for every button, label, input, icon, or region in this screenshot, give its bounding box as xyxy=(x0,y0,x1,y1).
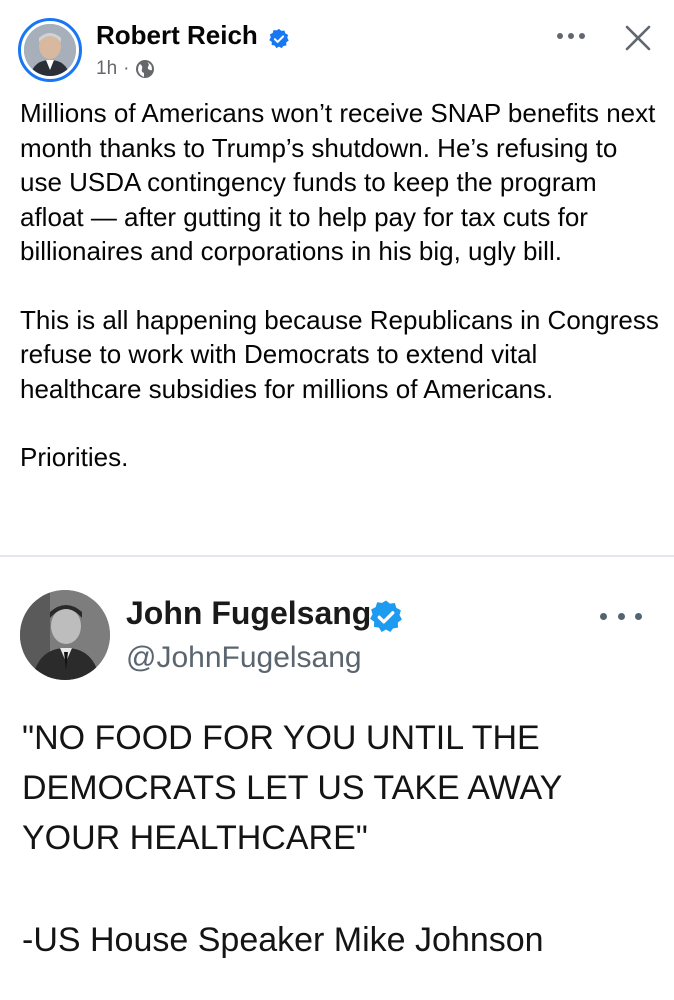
more-options-icon[interactable] xyxy=(553,24,589,48)
globe-icon xyxy=(136,60,155,78)
tweet-author-name: John Fugelsang xyxy=(126,595,372,631)
tweet-more-icon xyxy=(600,609,642,623)
post-meta: 1h · xyxy=(96,58,155,80)
dot xyxy=(579,33,585,39)
avatar-photo xyxy=(24,24,76,76)
post-paragraph: Millions of Americans won’t receive SNAP… xyxy=(20,98,656,266)
dot xyxy=(600,612,607,620)
post-paragraph: This is all happening because Republican… xyxy=(20,304,659,404)
dot xyxy=(635,612,642,620)
author-avatar[interactable] xyxy=(18,18,82,82)
post-paragraph: Priorities. xyxy=(20,442,129,472)
tweet-verified-icon xyxy=(370,600,402,632)
tweet-quote: "NO FOOD FOR YOU UNTIL THE DEMOCRATS LET… xyxy=(22,719,562,857)
tweet-author-handle: @JohnFugelsang xyxy=(126,641,362,674)
dot xyxy=(568,33,574,39)
tweet-author-avatar xyxy=(20,590,110,680)
post-text: Millions of Americans won’t receive SNAP… xyxy=(20,96,660,509)
post-time[interactable]: 1h xyxy=(96,58,117,80)
shared-tweet-image[interactable]: John Fugelsang @JohnFugelsang "NO FOOD F… xyxy=(0,557,674,1000)
author-name[interactable]: Robert Reich xyxy=(96,20,258,51)
tweet-attribution: -US House Speaker Mike Johnson xyxy=(22,921,544,959)
post-header: Robert Reich 1h · xyxy=(0,0,674,96)
verified-badge-icon xyxy=(269,28,289,49)
close-icon[interactable] xyxy=(622,22,654,54)
dot xyxy=(617,612,625,620)
dot xyxy=(557,33,563,39)
meta-separator: · xyxy=(123,58,130,79)
